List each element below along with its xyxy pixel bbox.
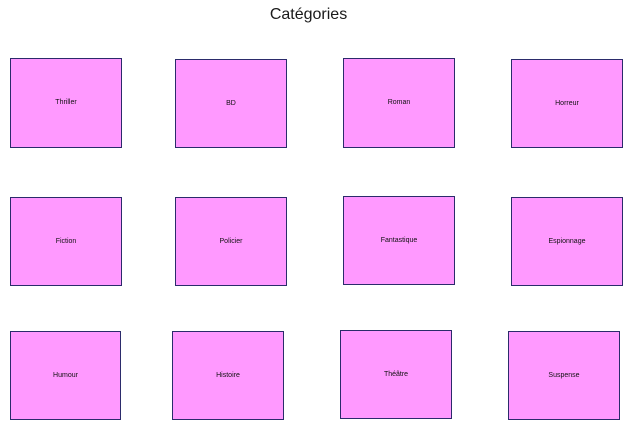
category-tile-suspense[interactable]: Suspense — [508, 331, 620, 420]
category-label: Fantastique — [380, 237, 418, 244]
category-label: Horreur — [555, 100, 579, 107]
category-label: Humour — [53, 372, 78, 379]
category-label: Histoire — [216, 372, 240, 379]
categories-page: Catégories Thriller BD Roman Horreur Fic… — [0, 0, 637, 432]
category-tile-humour[interactable]: Humour — [10, 331, 121, 420]
category-label: Théâtre — [383, 371, 409, 378]
category-label: BD — [226, 100, 236, 107]
category-tile-roman[interactable]: Roman — [343, 58, 455, 148]
category-tile-fantastique[interactable]: Fantastique — [343, 196, 455, 285]
category-label: Thriller — [55, 99, 77, 106]
category-tile-espionnage[interactable]: Espionnage — [511, 197, 623, 286]
category-tile-histoire[interactable]: Histoire — [172, 331, 284, 420]
category-tile-horreur[interactable]: Horreur — [511, 59, 623, 148]
category-tile-bd[interactable]: BD — [175, 59, 287, 148]
category-tile-theatre[interactable]: Théâtre — [340, 330, 452, 419]
category-tile-fiction[interactable]: Fiction — [10, 197, 122, 286]
category-label: Espionnage — [548, 238, 586, 245]
category-label: Fiction — [55, 238, 77, 245]
page-title: Catégories — [269, 6, 348, 23]
category-label: Roman — [387, 99, 411, 106]
category-label: Policier — [219, 238, 243, 245]
category-label: Suspense — [548, 372, 580, 379]
category-tile-thriller[interactable]: Thriller — [10, 58, 122, 148]
category-tile-policier[interactable]: Policier — [175, 197, 287, 286]
